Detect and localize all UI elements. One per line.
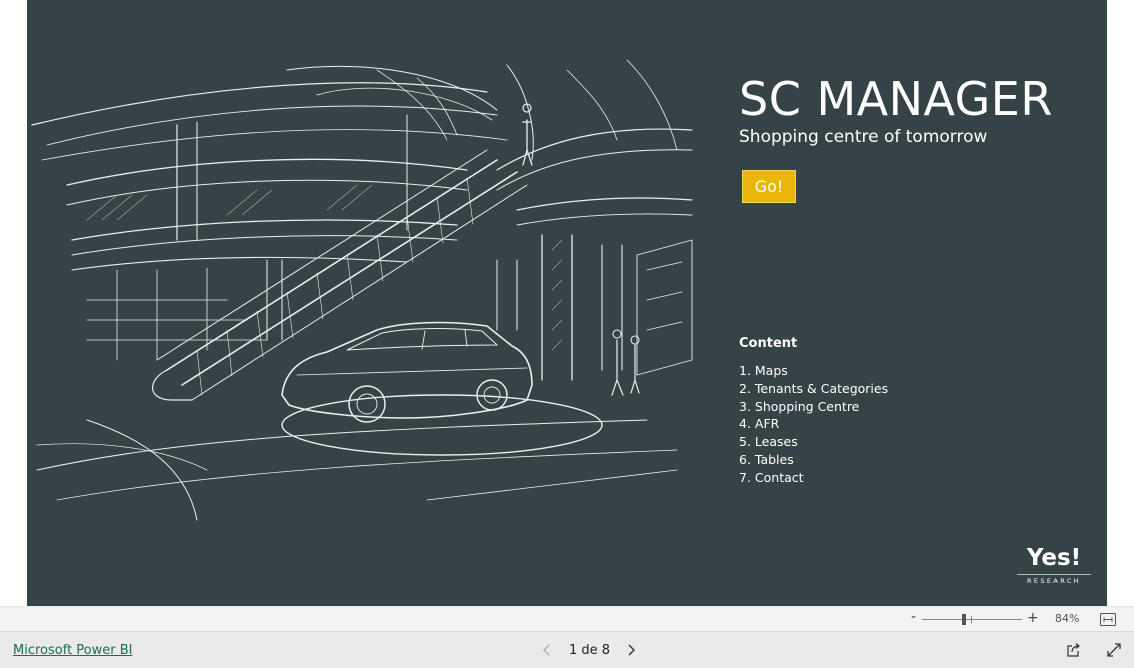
content-item-contact: 7. Contact [739, 469, 804, 485]
shopping-centre-sketch-illustration [31, 59, 693, 521]
footer-bar: Microsoft Power BI 1 de 8 [0, 631, 1134, 668]
chevron-left-icon[interactable] [540, 642, 554, 658]
content-item-shopping-centre: 3. Shopping Centre [739, 398, 860, 414]
chevron-right-icon[interactable] [624, 642, 638, 658]
zoom-slider-track[interactable] [922, 619, 1022, 620]
go-button[interactable]: Go! [742, 170, 796, 203]
yes-research-logo: Yes! RESEARCH [1017, 545, 1091, 585]
content-item-tenants-categories: 2. Tenants & Categories [739, 380, 889, 396]
logo-main-text: Yes! [1026, 545, 1082, 571]
zoom-bar: - + 84% [0, 606, 1134, 631]
page-indicator: 1 de 8 [569, 643, 611, 658]
fit-to-page-icon[interactable] [1100, 613, 1116, 626]
report-subtitle: Shopping centre of tomorrow [739, 127, 988, 147]
zoom-in-button[interactable]: + [1027, 610, 1039, 626]
zoom-slider-thumb[interactable] [962, 614, 966, 625]
zoom-slider-tick [971, 616, 972, 623]
content-item-tables: 6. Tables [739, 451, 794, 467]
logo-divider [1017, 574, 1091, 575]
zoom-level: 84% [1055, 612, 1080, 625]
zoom-out-button[interactable]: - [911, 609, 916, 625]
content-item-maps: 1. Maps [739, 363, 788, 378]
content-list: 1. Maps 2. Tenants & Categories 3. Shopp… [739, 362, 888, 487]
logo-sub-text: RESEARCH [1026, 577, 1082, 585]
report-title: SC MANAGER [739, 72, 1053, 126]
expand-icon[interactable] [1106, 642, 1122, 658]
share-icon[interactable] [1066, 642, 1082, 658]
content-item-leases: 5. Leases [739, 434, 798, 450]
content-item-afr: 4. AFR [739, 416, 780, 432]
content-heading: Content [739, 336, 798, 351]
powerbi-link[interactable]: Microsoft Power BI [13, 643, 132, 658]
report-canvas: SC MANAGER Shopping centre of tomorrow G… [27, 0, 1107, 606]
